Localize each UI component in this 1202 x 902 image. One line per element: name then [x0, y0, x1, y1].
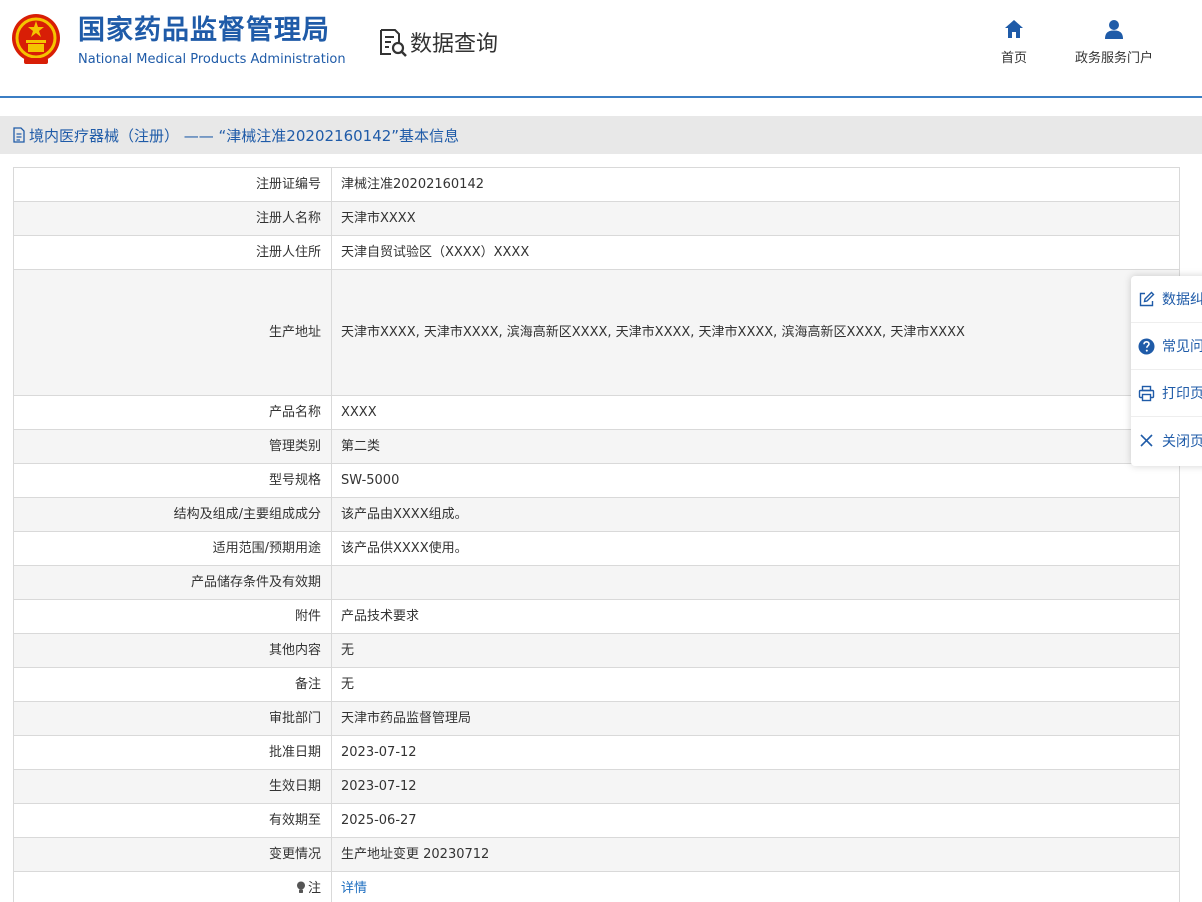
field-label: 注册人住所: [13, 235, 332, 270]
field-value: 该产品供XXXX使用。: [331, 531, 1180, 566]
field-label: 备注: [13, 667, 332, 702]
field-value: 2023-07-12: [331, 735, 1180, 770]
field-label: 注册证编号: [13, 167, 332, 202]
field-value: 生产地址变更 20230712: [331, 837, 1180, 872]
field-value: 天津市XXXX, 天津市XXXX, 滨海高新区XXXX, 天津市XXXX, 天津…: [331, 269, 1180, 396]
print-page-button[interactable]: 打印页面: [1131, 370, 1202, 417]
nav-home[interactable]: 首页: [994, 18, 1034, 66]
nav-service-portal[interactable]: 政务服务门户: [1066, 18, 1162, 66]
close-page-button[interactable]: 关闭页面: [1131, 417, 1202, 464]
table-row: 生产地址 天津市XXXX, 天津市XXXX, 滨海高新区XXXX, 天津市XXX…: [13, 269, 1180, 396]
edit-icon: [1139, 291, 1155, 306]
field-label: 注: [307, 880, 321, 896]
table-row: 注册人名称 天津市XXXX: [13, 201, 1180, 236]
field-label: 型号规格: [13, 463, 332, 498]
field-label: 产品名称: [13, 395, 332, 430]
field-label: 有效期至: [13, 803, 332, 838]
record-title-bar: 境内医疗器械（注册） —— “津械注准20202160142”基本信息: [0, 116, 1202, 154]
field-value: 第二类: [331, 429, 1180, 464]
data-query-heading: 数据查询: [376, 26, 498, 58]
table-row: 有效期至 2025-06-27: [13, 803, 1180, 838]
document-icon: [13, 127, 25, 143]
details-link[interactable]: 详情: [341, 881, 367, 896]
record-title: 境内医疗器械（注册） —— “津械注准20202160142”基本信息: [29, 126, 460, 145]
agency-name-cn: 国家药品监督管理局: [78, 15, 330, 46]
field-label: 生产地址: [13, 269, 332, 396]
field-value: XXXX: [331, 395, 1180, 430]
agency-brand[interactable]: 国家药品监督管理局 National Medical Products Admi…: [78, 14, 346, 70]
field-value: 天津市XXXX: [331, 201, 1180, 236]
table-row: 变更情况 生产地址变更 20230712: [13, 837, 1180, 872]
field-label: 注册人名称: [13, 201, 332, 236]
field-label: 审批部门: [13, 701, 332, 736]
field-value: 津械注准20202160142: [331, 167, 1180, 202]
field-label: 其他内容: [13, 633, 332, 668]
user-icon: [1105, 20, 1123, 39]
table-row: 注 详情: [13, 871, 1180, 902]
faq-label: 常见问题: [1162, 339, 1202, 355]
table-row: 审批部门 天津市药品监督管理局: [13, 701, 1180, 736]
agency-name-en: National Medical Products Administration: [78, 52, 346, 67]
nav-service-portal-label: 政务服务门户: [1074, 51, 1153, 66]
field-value: 天津市药品监督管理局: [331, 701, 1180, 736]
table-row: 备注 无: [13, 667, 1180, 702]
table-row: 产品储存条件及有效期: [13, 565, 1180, 600]
field-label: 适用范围/预期用途: [13, 531, 332, 566]
print-icon: [1138, 385, 1155, 401]
field-value: [331, 565, 1180, 600]
field-value: 2025-06-27: [331, 803, 1180, 838]
table-row: 生效日期 2023-07-12: [13, 769, 1180, 804]
field-label: 批准日期: [13, 735, 332, 770]
lightbulb-icon: [296, 881, 305, 893]
field-label: 管理类别: [13, 429, 332, 464]
table-row: 适用范围/预期用途 该产品供XXXX使用。: [13, 531, 1180, 566]
table-row: 批准日期 2023-07-12: [13, 735, 1180, 770]
table-row: 注册证编号 津械注准20202160142: [13, 167, 1180, 202]
field-value: 该产品由XXXX组成。: [331, 497, 1180, 532]
report-error-button[interactable]: 数据纠错: [1131, 276, 1202, 323]
field-value: 产品技术要求: [331, 599, 1180, 634]
report-error-label: 数据纠错: [1162, 292, 1202, 308]
table-row: 管理类别 第二类: [13, 429, 1180, 464]
table-row: 附件 产品技术要求: [13, 599, 1180, 634]
field-label: 附件: [13, 599, 332, 634]
help-icon: [1138, 338, 1155, 354]
field-label: 产品储存条件及有效期: [13, 565, 332, 600]
site-header: 国家药品监督管理局 National Medical Products Admi…: [0, 0, 1202, 98]
field-label: 生效日期: [13, 769, 332, 804]
nav-home-label: 首页: [1000, 51, 1027, 66]
device-info-table: 注册证编号 津械注准20202160142 注册人名称 天津市XXXX 注册人住…: [13, 167, 1180, 902]
floating-action-panel: 数据纠错 常见问题 打印页面 关闭页面: [1131, 276, 1202, 466]
note-value-cell: 详情: [331, 871, 1180, 902]
field-value: 无: [331, 633, 1180, 668]
data-query-title: 数据查询: [410, 32, 499, 57]
national-emblem-icon: [12, 14, 60, 64]
home-icon: [1005, 20, 1023, 38]
table-row: 结构及组成/主要组成成分 该产品由XXXX组成。: [13, 497, 1180, 532]
field-value: 2023-07-12: [331, 769, 1180, 804]
faq-button[interactable]: 常见问题: [1131, 323, 1202, 370]
table-row: 型号规格 SW-5000: [13, 463, 1180, 498]
field-value: SW-5000: [331, 463, 1180, 498]
table-row: 其他内容 无: [13, 633, 1180, 668]
field-label: 结构及组成/主要组成成分: [13, 497, 332, 532]
field-label: 变更情况: [13, 837, 332, 872]
note-label-cell: 注: [13, 871, 332, 902]
close-page-label: 关闭页面: [1162, 433, 1202, 450]
table-row: 产品名称 XXXX: [13, 395, 1180, 430]
field-value: 天津自贸试验区（XXXX）XXXX: [331, 235, 1180, 270]
document-search-icon: [380, 29, 407, 57]
close-icon: [1140, 434, 1153, 447]
table-row: 注册人住所 天津自贸试验区（XXXX）XXXX: [13, 235, 1180, 270]
print-page-label: 打印页面: [1162, 386, 1202, 402]
field-value: 无: [331, 667, 1180, 702]
